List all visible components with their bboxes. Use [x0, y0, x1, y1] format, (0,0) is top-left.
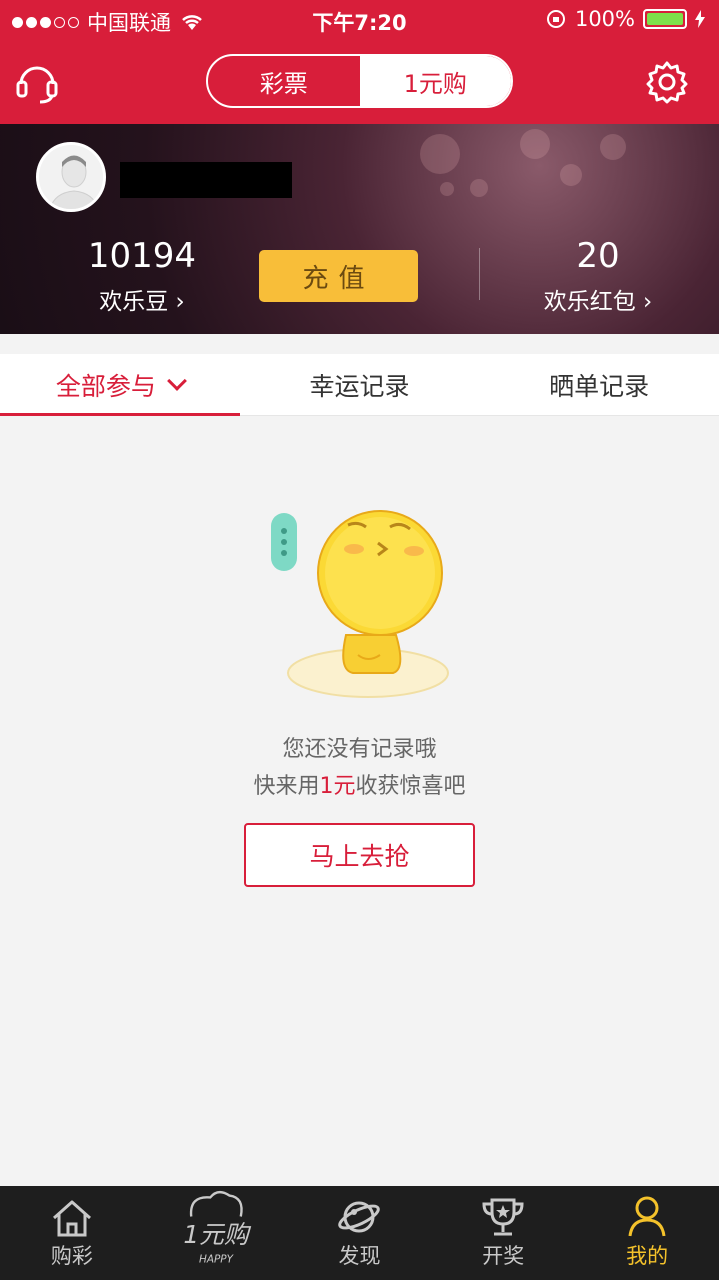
- house-icon: [52, 1200, 91, 1237]
- beans-label: 欢乐豆: [99, 289, 169, 315]
- headset-icon[interactable]: [12, 57, 62, 107]
- beans-stat[interactable]: 10194 欢乐豆 ›: [62, 236, 222, 316]
- tab-label: 晒单记录: [549, 371, 650, 401]
- one-yuan-happy-logo: 1元购 HAPPY: [183, 1191, 252, 1265]
- trophy-icon: [482, 1198, 524, 1236]
- charging-icon: [695, 10, 705, 28]
- line2-prefix: 快来用: [253, 774, 320, 799]
- recharge-button[interactable]: 充值: [259, 250, 418, 302]
- grab-now-button[interactable]: 马上去抢: [244, 823, 475, 887]
- nav-mine[interactable]: 我的: [575, 1186, 719, 1280]
- username-redacted: [120, 162, 292, 198]
- tab-lucky-records[interactable]: 幸运记录: [240, 354, 480, 415]
- nav-one-yuan[interactable]: 1元购 HAPPY: [144, 1186, 288, 1280]
- nav-discover[interactable]: 发现: [288, 1186, 432, 1280]
- empty-mascot-illustration: [271, 510, 449, 698]
- redpack-stat[interactable]: 20 欢乐红包 ›: [510, 236, 686, 316]
- svg-text:HAPPY: HAPPY: [199, 1253, 235, 1265]
- line2-highlight: 1元: [319, 774, 356, 799]
- profile-banner: 10194 欢乐豆 › 充值 20 欢乐红包 ›: [0, 124, 719, 334]
- empty-message-line1: 您还没有记录哦: [282, 737, 437, 762]
- record-tabs: 全部参与 幸运记录 晒单记录: [0, 354, 719, 416]
- redpack-label: 欢乐红包: [543, 289, 636, 315]
- nav-label: 开奖: [482, 1244, 525, 1268]
- svg-text:1元购: 1元购: [183, 1220, 252, 1249]
- tab-label: 幸运记录: [309, 371, 410, 401]
- bottom-tab-bar: 购彩 1元购 HAPPY 发现 开奖 我的: [0, 1186, 719, 1280]
- avatar[interactable]: [36, 142, 106, 212]
- segment-one-yuan[interactable]: 1元购: [359, 56, 511, 106]
- battery-percent: 100%: [574, 7, 635, 31]
- top-bar: 中国联通 下午7:20 100% 彩票 1元购: [0, 0, 719, 124]
- nav-buy-lottery[interactable]: 购彩: [0, 1186, 144, 1280]
- beans-value: 10194: [87, 236, 197, 276]
- nav-label: 发现: [338, 1244, 381, 1268]
- battery-icon: [643, 9, 687, 29]
- segmented-control: 彩票 1元购: [206, 54, 513, 108]
- planet-icon: [338, 1201, 381, 1233]
- segment-lottery[interactable]: 彩票: [208, 56, 360, 106]
- tab-label: 全部参与: [55, 371, 156, 401]
- person-icon: [628, 1196, 666, 1237]
- tab-all-participation[interactable]: 全部参与: [0, 354, 240, 416]
- gear-icon[interactable]: [642, 57, 692, 107]
- nav-label: 购彩: [50, 1244, 93, 1268]
- redpack-value: 20: [576, 236, 620, 276]
- nav-label: 我的: [626, 1244, 669, 1268]
- empty-message-line2: 快来用1元收获惊喜吧: [0, 768, 719, 800]
- rotation-lock-icon: [546, 10, 565, 28]
- chevron-right-icon: ›: [643, 289, 653, 315]
- stat-divider: [479, 248, 480, 300]
- tab-share-records[interactable]: 晒单记录: [479, 354, 719, 415]
- nav-draw-results[interactable]: 开奖: [431, 1186, 575, 1280]
- line2-suffix: 收获惊喜吧: [355, 774, 466, 799]
- chevron-down-icon: [166, 370, 187, 391]
- status-bar: 中国联通 下午7:20 100%: [0, 0, 719, 40]
- chevron-right-icon: ›: [175, 289, 185, 315]
